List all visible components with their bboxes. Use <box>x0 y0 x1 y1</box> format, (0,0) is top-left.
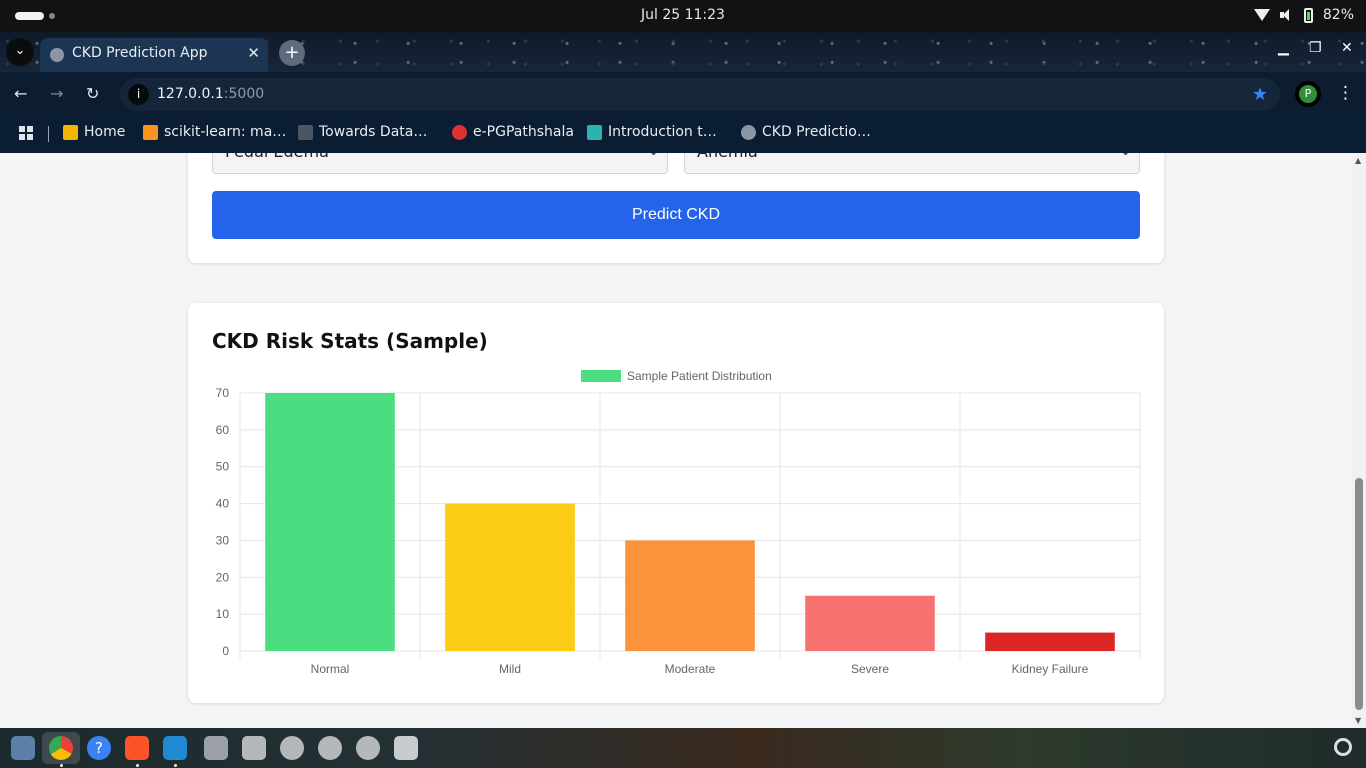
y-tick-label: 70 <box>216 386 230 400</box>
files-icon[interactable] <box>11 736 35 760</box>
page-content: Pedal Edema ⌄ Anemia ⌄ Predict CKD CKD R… <box>0 153 1352 728</box>
tab-search-chevron-icon[interactable]: ⌄ <box>6 38 34 66</box>
disk-icon[interactable] <box>280 736 304 760</box>
chevron-down-icon: ⌄ <box>648 153 659 163</box>
running-indicator <box>174 764 177 767</box>
bar <box>445 503 575 651</box>
volume-icon <box>1279 9 1294 21</box>
y-tick-label: 30 <box>216 533 230 547</box>
epg-icon <box>452 124 467 140</box>
x-tick-label: Kidney Failure <box>1012 662 1089 676</box>
bar <box>805 595 935 651</box>
disk-icon[interactable] <box>242 736 266 760</box>
os-taskbar: ? <box>0 728 1366 768</box>
workspace-dot-icon[interactable] <box>49 13 55 19</box>
chevron-down-icon: ⌄ <box>1120 153 1131 163</box>
tab-close-icon[interactable]: ✕ <box>247 44 260 62</box>
x-tick-label: Severe <box>851 662 889 676</box>
prediction-form-card: Pedal Edema ⌄ Anemia ⌄ Predict CKD <box>188 153 1164 263</box>
address-bar[interactable]: i 127.0.0.1:5000 ★ <box>120 78 1280 111</box>
x-tick-label: Moderate <box>665 662 716 676</box>
tab-active[interactable]: CKD Prediction App ✕ <box>40 38 268 72</box>
battery-icon <box>1303 7 1313 23</box>
x-tick-label: Mild <box>499 662 521 676</box>
scikit-learn-icon <box>143 124 158 140</box>
risk-stats-card: CKD Risk Stats (Sample) Sample Patient D… <box>188 303 1164 703</box>
battery-percent: 82% <box>1322 7 1354 23</box>
bookmark-scikit-learn[interactable]: scikit-learn: ma… <box>143 124 286 140</box>
tab-strip: ⌄ CKD Prediction App ✕ + ▁ ❐ ✕ <box>0 32 1366 72</box>
globe-icon <box>50 48 64 62</box>
running-indicator <box>136 764 139 767</box>
vscode-icon[interactable] <box>163 736 187 760</box>
pedal-edema-select[interactable]: Pedal Edema ⌄ <box>212 153 668 174</box>
y-tick-label: 40 <box>216 497 230 511</box>
bookmark-introduction[interactable]: Introduction t… <box>587 124 717 140</box>
maximize-icon[interactable]: ❐ <box>1309 40 1322 56</box>
legend-label: Sample Patient Distribution <box>627 369 772 383</box>
tab-title: CKD Prediction App <box>72 45 208 61</box>
y-tick-label: 10 <box>216 607 230 621</box>
disk-icon[interactable] <box>318 736 342 760</box>
folder-icon <box>63 124 78 140</box>
predict-ckd-button[interactable]: Predict CKD <box>212 191 1140 239</box>
bar <box>985 632 1115 651</box>
x-tick-label: Normal <box>311 662 350 676</box>
bookmark-home[interactable]: Home <box>63 124 125 140</box>
bookmark-epgpathshala[interactable]: e-PGPathshala <box>452 124 574 140</box>
stats-heading: CKD Risk Stats (Sample) <box>212 329 488 353</box>
settings-icon[interactable] <box>204 736 228 760</box>
browser-menu-icon[interactable]: ⋮ <box>1337 83 1354 103</box>
scrollbar-thumb[interactable] <box>1355 478 1363 710</box>
scroll-up-icon[interactable]: ▲ <box>1355 156 1361 165</box>
y-tick-label: 60 <box>216 423 230 437</box>
tds-icon <box>298 124 313 140</box>
running-indicator <box>60 764 63 767</box>
page-scrollbar[interactable]: ▲ ▼ <box>1352 153 1366 728</box>
introduction-site-icon <box>587 124 602 140</box>
workspace-indicator-icon[interactable] <box>15 12 44 20</box>
chrome-icon[interactable] <box>49 736 73 760</box>
system-clock[interactable]: Jul 25 11:23 <box>620 7 746 23</box>
trash-icon[interactable] <box>394 736 418 760</box>
scroll-down-icon[interactable]: ▼ <box>1355 716 1361 725</box>
browser-toolbar: ← → ↻ i 127.0.0.1:5000 ★ P ⋮ <box>0 72 1366 116</box>
back-arrow-icon[interactable]: ← <box>14 84 27 103</box>
help-icon[interactable]: ? <box>87 736 111 760</box>
profile-avatar[interactable]: P <box>1295 81 1321 107</box>
y-tick-label: 50 <box>216 460 230 474</box>
system-settings-icon[interactable] <box>1334 738 1352 756</box>
apps-grid-icon[interactable] <box>19 126 33 140</box>
bookmark-towards-data[interactable]: Towards Data… <box>298 124 427 140</box>
system-tray[interactable]: 82% <box>1253 7 1354 23</box>
bookmark-ckd-prediction[interactable]: CKD Predictio… <box>741 124 871 140</box>
forward-arrow-icon[interactable]: → <box>50 84 63 103</box>
bookmark-star-icon[interactable]: ★ <box>1252 84 1268 105</box>
anemia-select[interactable]: Anemia ⌄ <box>684 153 1140 174</box>
wifi-icon <box>1253 9 1270 21</box>
new-tab-button[interactable]: + <box>279 40 305 66</box>
site-info-icon[interactable]: i <box>128 84 149 105</box>
y-tick-label: 0 <box>222 644 229 658</box>
brave-icon[interactable] <box>125 736 149 760</box>
minimize-icon[interactable]: ▁ <box>1278 40 1289 56</box>
risk-bar-chart: Sample Patient Distribution 0 10 20 30 40 50 60… <box>216 369 1141 676</box>
bar <box>265 393 395 651</box>
y-tick-label: 20 <box>216 570 230 584</box>
bookmarks-divider <box>48 126 49 142</box>
os-top-bar: Jul 25 11:23 82% <box>0 0 1366 32</box>
close-window-icon[interactable]: ✕ <box>1341 40 1353 56</box>
reload-icon[interactable]: ↻ <box>86 84 99 103</box>
bookmarks-bar: Home scikit-learn: ma… Towards Data… e-P… <box>0 116 1366 153</box>
legend-swatch <box>581 370 621 382</box>
url-text[interactable]: 127.0.0.1:5000 <box>157 86 264 102</box>
globe-icon <box>741 124 756 140</box>
bar <box>625 540 755 651</box>
disk-icon[interactable] <box>356 736 380 760</box>
